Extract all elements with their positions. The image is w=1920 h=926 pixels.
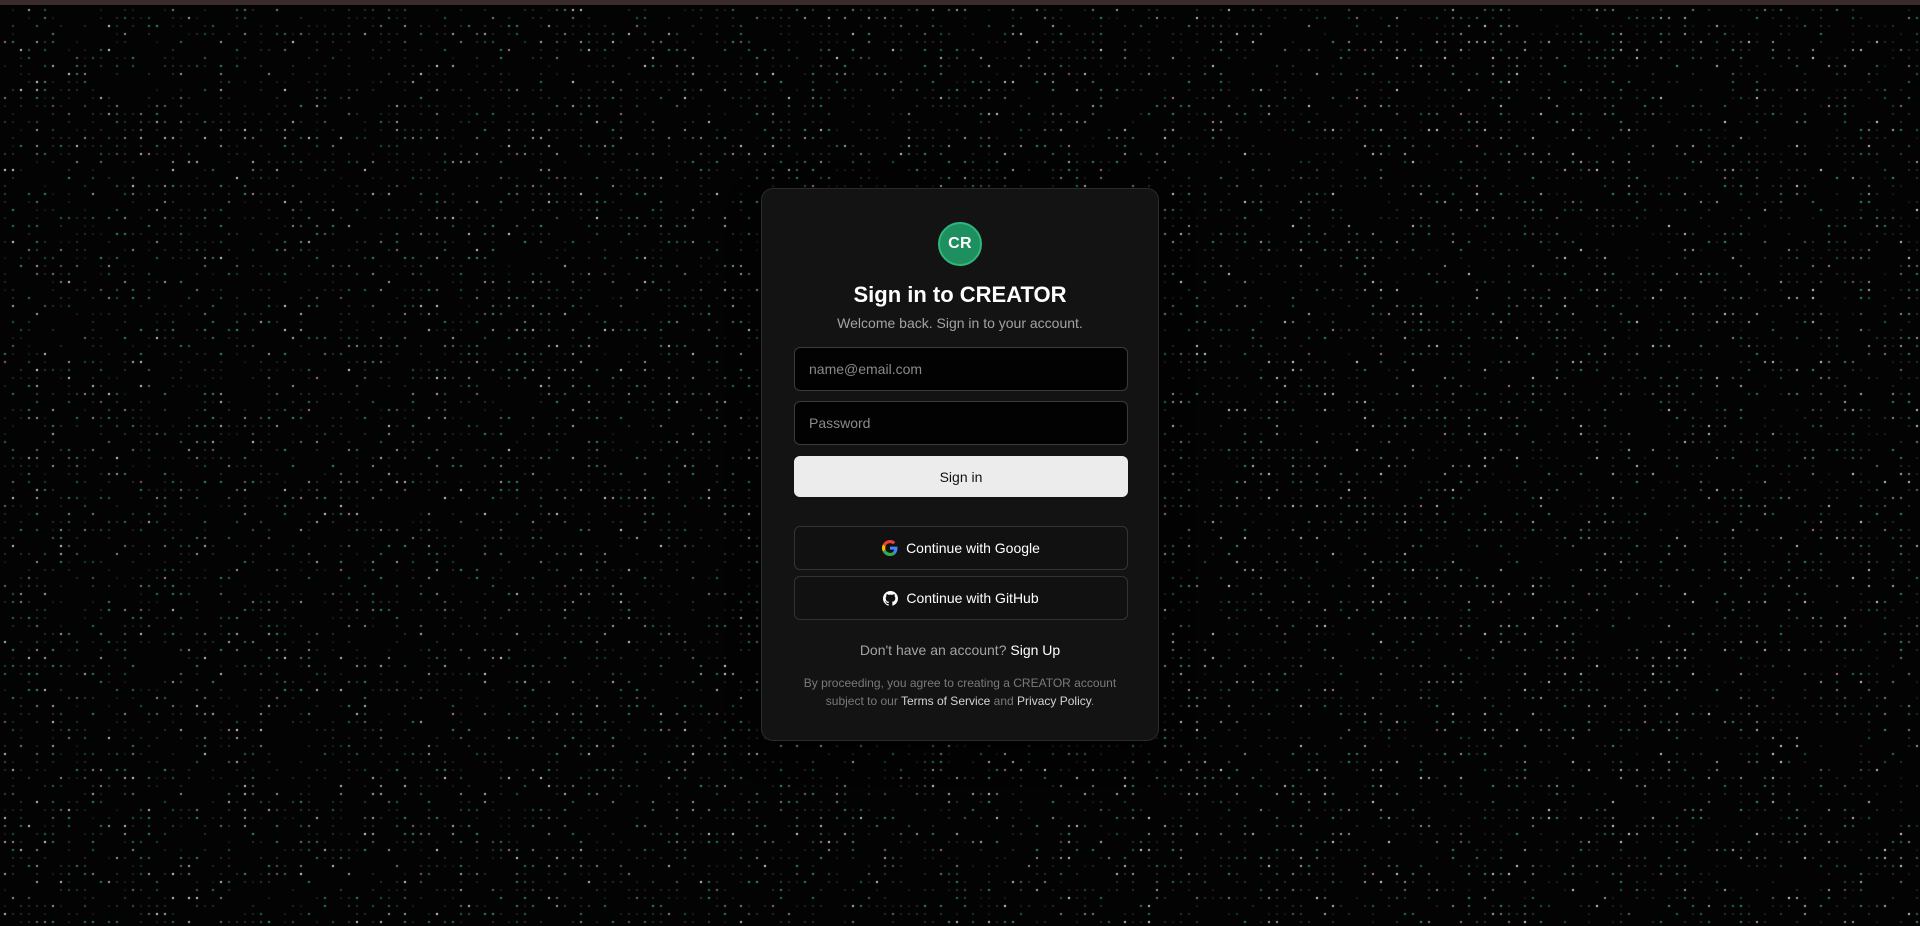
github-icon <box>883 590 899 606</box>
page-title: Sign in to CREATOR <box>853 282 1067 307</box>
privacy-link[interactable]: Privacy Policy <box>1017 694 1091 708</box>
terms-link[interactable]: Terms of Service <box>901 694 990 708</box>
legal-and: and <box>993 694 1014 708</box>
signin-button[interactable]: Sign in <box>794 456 1128 497</box>
legal-notice: By proceeding, you agree to creating a C… <box>792 674 1128 710</box>
legal-suffix: . <box>1090 694 1095 708</box>
google-signin-button[interactable]: Continue with Google <box>794 526 1128 570</box>
login-page: CR Sign in to CREATOR Welcome back. Sign… <box>0 0 1920 926</box>
logo-initials: CR <box>948 235 972 252</box>
signup-row: Don't have an account? Sign Up <box>762 641 1158 659</box>
google-icon <box>882 540 898 556</box>
email-input[interactable] <box>794 347 1128 391</box>
password-input[interactable] <box>794 401 1128 445</box>
signup-prompt: Don't have an account? <box>859 642 1007 658</box>
google-button-label: Continue with Google <box>906 540 1040 556</box>
github-signin-button[interactable]: Continue with GitHub <box>794 576 1128 620</box>
page-subtitle: Welcome back. Sign in to your account. <box>837 315 1083 331</box>
logo-badge: CR <box>938 222 982 266</box>
signin-card: CR Sign in to CREATOR Welcome back. Sign… <box>761 188 1159 741</box>
github-button-label: Continue with GitHub <box>906 590 1039 606</box>
signup-link[interactable]: Sign Up <box>1010 642 1060 658</box>
